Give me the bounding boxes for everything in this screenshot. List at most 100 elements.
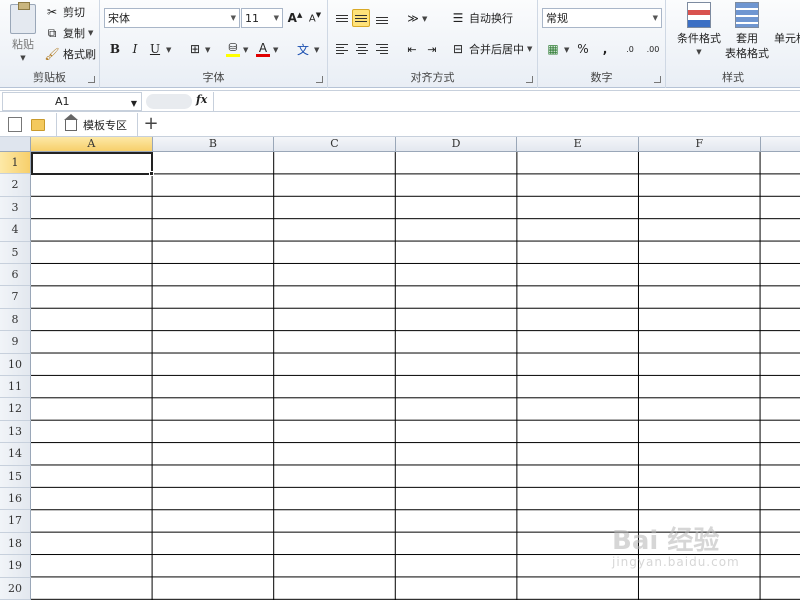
italic-button[interactable]: I — [126, 40, 144, 58]
font-group: 宋体 ▼ 11 ▼ A▲ A▼ B I U ▼ ⊞ ▼ ⛁ ▼ A ▼ 文 ▼ … — [100, 0, 328, 88]
number-format-select[interactable]: 常规 ▼ — [542, 8, 662, 28]
chevron-down-icon[interactable]: ▼ — [205, 46, 210, 54]
watermark: Bai 经验 jingyan.baidu.com — [612, 526, 740, 569]
dialog-launcher-icon[interactable] — [88, 76, 95, 83]
chevron-down-icon[interactable]: ▼ — [243, 46, 248, 54]
wrap-text-button[interactable]: ☰ 自动换行 — [450, 10, 513, 26]
row-header-2[interactable]: 2 — [0, 174, 31, 197]
new-tab-button[interactable]: + — [141, 114, 161, 136]
row-header-14[interactable]: 14 — [0, 443, 31, 466]
font-color-swatch — [256, 53, 270, 57]
dialog-launcher-icon[interactable] — [526, 76, 533, 83]
tab-bar: 模板专区 + — [0, 113, 800, 137]
border-button[interactable]: ⊞ — [186, 40, 204, 58]
decrease-indent-button[interactable]: ⇤ — [403, 40, 421, 58]
align-bottom-button[interactable] — [373, 11, 391, 29]
currency-button[interactable]: ▦ — [544, 40, 562, 58]
increase-indent-icon: ⇥ — [427, 42, 437, 56]
select-all-corner[interactable] — [0, 137, 31, 152]
row-header-19[interactable]: 19 — [0, 555, 31, 578]
chevron-down-icon[interactable]: ▼ — [422, 15, 427, 23]
formula-bar-toggle[interactable] — [146, 94, 192, 109]
row-header-10[interactable]: 10 — [0, 353, 31, 376]
font-size-select[interactable]: 11 ▼ — [241, 8, 283, 28]
align-left-button[interactable] — [333, 40, 351, 58]
underline-button[interactable]: U — [146, 40, 164, 58]
column-header-d[interactable]: D — [395, 137, 518, 152]
paste-button[interactable]: 粘贴 ▼ — [6, 2, 40, 64]
increase-indent-button[interactable]: ⇥ — [423, 40, 441, 58]
decrease-font-button[interactable]: A▼ — [306, 9, 324, 27]
row-header-12[interactable]: 12 — [0, 398, 31, 421]
percent-button[interactable]: % — [574, 40, 592, 58]
chevron-down-icon[interactable]: ▼ — [564, 46, 569, 54]
align-middle-icon — [355, 14, 367, 22]
row-header-4[interactable]: 4 — [0, 219, 31, 242]
increase-font-button[interactable]: A▲ — [286, 9, 304, 27]
phonetic-button[interactable]: 文 — [294, 40, 312, 58]
chevron-down-icon[interactable]: ▼ — [166, 46, 171, 54]
font-color-button[interactable]: A — [254, 40, 272, 58]
cell-styles-icon — [774, 2, 798, 28]
name-box[interactable]: A1 ▼ — [2, 92, 142, 111]
orientation-button[interactable]: ≫ — [404, 9, 422, 27]
row-header-20[interactable]: 20 — [0, 577, 31, 600]
tab-template-area[interactable]: 模板专区 — [56, 113, 138, 137]
conditional-format-button[interactable]: 条件格式 ▼ — [672, 2, 726, 56]
dialog-launcher-icon[interactable] — [654, 76, 661, 83]
format-as-table-button[interactable]: 套用 表格格式 — [720, 2, 774, 61]
align-right-icon — [376, 44, 388, 54]
bold-button[interactable]: B — [106, 40, 124, 58]
dialog-launcher-icon[interactable] — [316, 76, 323, 83]
cut-button[interactable]: ✂ 剪切 — [44, 4, 85, 20]
fill-color-button[interactable]: ⛁ — [224, 40, 242, 58]
column-header-a[interactable]: A — [31, 137, 153, 152]
decrease-decimal-button[interactable]: .00 — [642, 40, 664, 58]
row-header-1[interactable]: 1 — [0, 152, 31, 175]
column-header-overflow[interactable] — [760, 137, 800, 152]
currency-icon: ▦ — [547, 42, 559, 56]
row-header-11[interactable]: 11 — [0, 376, 31, 399]
row-header-9[interactable]: 9 — [0, 331, 31, 354]
copy-button[interactable]: ⧉ 复制 ▼ — [44, 25, 94, 41]
active-cell[interactable] — [31, 152, 153, 175]
row-header-8[interactable]: 8 — [0, 308, 31, 332]
formula-input[interactable] — [213, 92, 798, 111]
increase-decimal-button[interactable]: .0 — [620, 40, 640, 58]
align-center-button[interactable] — [353, 40, 371, 58]
column-header-e[interactable]: E — [517, 137, 639, 152]
decrease-indent-icon: ⇤ — [407, 42, 417, 56]
row-header-7[interactable]: 7 — [0, 286, 31, 309]
new-document-icon[interactable] — [8, 117, 22, 132]
column-header-c[interactable]: C — [274, 137, 396, 152]
formula-bar: A1 ▼ fx — [0, 90, 800, 112]
align-top-button[interactable] — [333, 9, 351, 27]
row-header-17[interactable]: 17 — [0, 510, 31, 533]
align-right-button[interactable] — [373, 40, 391, 58]
scissors-icon: ✂ — [46, 5, 58, 19]
merge-center-button[interactable]: ⊟ 合并后居中 ▼ — [450, 41, 532, 57]
fill-handle[interactable] — [149, 171, 154, 176]
row-header-3[interactable]: 3 — [0, 196, 31, 220]
align-middle-button[interactable] — [352, 9, 370, 27]
chevron-down-icon[interactable]: ▼ — [131, 95, 137, 112]
font-name-select[interactable]: 宋体 ▼ — [104, 8, 240, 28]
chevron-down-icon: ▼ — [88, 29, 94, 37]
comma-button[interactable]: , — [596, 40, 614, 58]
clipboard-group: 粘贴 ▼ ✂ 剪切 ⧉ 复制 ▼ 🖌 格式刷 剪贴板 — [0, 0, 100, 88]
row-header-18[interactable]: 18 — [0, 532, 31, 556]
cell-styles-button[interactable]: 单元格 — [774, 2, 800, 46]
insert-function-button[interactable]: fx — [196, 93, 207, 106]
format-painter-button[interactable]: 🖌 格式刷 — [44, 46, 96, 62]
chevron-down-icon[interactable]: ▼ — [314, 46, 319, 54]
row-header-5[interactable]: 5 — [0, 241, 31, 264]
chevron-down-icon[interactable]: ▼ — [273, 46, 278, 54]
column-header-f[interactable]: F — [639, 137, 761, 152]
row-header-6[interactable]: 6 — [0, 264, 31, 287]
row-header-16[interactable]: 16 — [0, 488, 31, 511]
row-header-13[interactable]: 13 — [0, 420, 31, 444]
column-header-b[interactable]: B — [152, 137, 275, 152]
row-header-15[interactable]: 15 — [0, 465, 31, 488]
number-group-label: 数字 — [590, 71, 613, 84]
folder-icon[interactable] — [31, 119, 45, 131]
